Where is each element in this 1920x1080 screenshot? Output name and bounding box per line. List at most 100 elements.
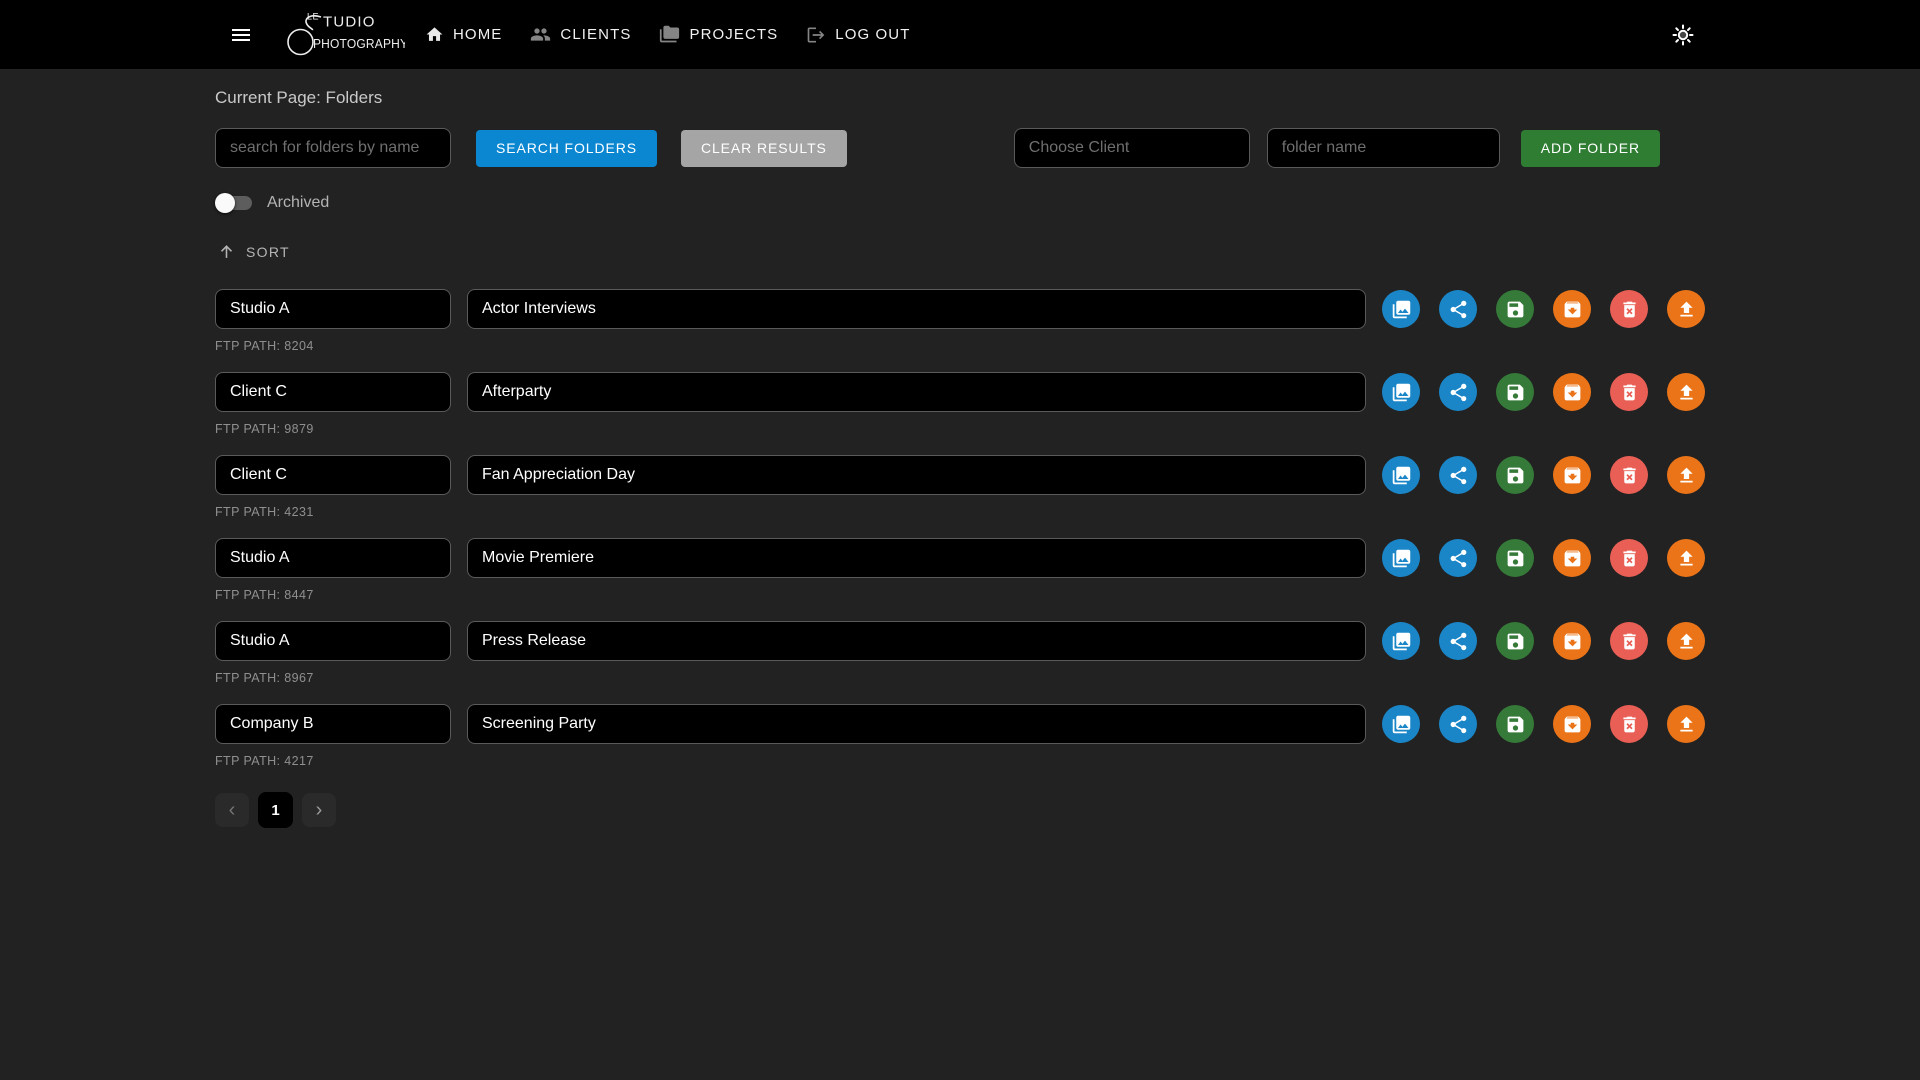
save-icon xyxy=(1505,299,1526,320)
share-icon xyxy=(1448,299,1469,320)
share-button[interactable] xyxy=(1439,290,1477,328)
ftp-path-label: FTP PATH: 4231 xyxy=(215,505,1705,519)
photo-library-button[interactable] xyxy=(1382,622,1420,660)
folder-row: FTP PATH: 4231 xyxy=(215,455,1705,519)
svg-text:PHOTOGRAPHY: PHOTOGRAPHY xyxy=(313,36,405,51)
delete-forever-icon xyxy=(1619,465,1640,486)
photo-library-icon xyxy=(1391,465,1412,486)
archive-button[interactable] xyxy=(1553,705,1591,743)
save-button[interactable] xyxy=(1496,373,1534,411)
nav-link-label: LOG OUT xyxy=(835,26,910,43)
client-input[interactable] xyxy=(215,455,451,495)
archive-icon xyxy=(1562,548,1583,569)
photo-library-button[interactable] xyxy=(1382,290,1420,328)
delete-forever-button[interactable] xyxy=(1610,705,1648,743)
search-folders-button[interactable]: SEARCH FOLDERS xyxy=(476,130,657,167)
upload-button[interactable] xyxy=(1667,705,1705,743)
nav-link-projects[interactable]: PROJECTS xyxy=(645,14,792,55)
save-button[interactable] xyxy=(1496,705,1534,743)
delete-forever-button[interactable] xyxy=(1610,373,1648,411)
share-button[interactable] xyxy=(1439,539,1477,577)
client-input[interactable] xyxy=(215,289,451,329)
upload-button[interactable] xyxy=(1667,373,1705,411)
share-icon xyxy=(1448,631,1469,652)
delete-forever-button[interactable] xyxy=(1610,290,1648,328)
save-button[interactable] xyxy=(1496,456,1534,494)
svg-text:LE: LE xyxy=(307,11,319,21)
share-button[interactable] xyxy=(1439,456,1477,494)
upload-button[interactable] xyxy=(1667,456,1705,494)
delete-forever-icon xyxy=(1619,631,1640,652)
archived-toggle[interactable] xyxy=(215,193,252,213)
share-icon xyxy=(1448,465,1469,486)
save-button[interactable] xyxy=(1496,622,1534,660)
photo-library-button[interactable] xyxy=(1382,373,1420,411)
client-input[interactable] xyxy=(215,621,451,661)
folders-toolbar: SEARCH FOLDERS CLEAR RESULTS ADD FOLDER xyxy=(215,128,1705,168)
save-icon xyxy=(1505,631,1526,652)
folder-row: FTP PATH: 8967 xyxy=(215,621,1705,685)
delete-forever-button[interactable] xyxy=(1610,456,1648,494)
upload-button[interactable] xyxy=(1667,539,1705,577)
add-folder-button[interactable]: ADD FOLDER xyxy=(1521,130,1660,167)
home-icon xyxy=(425,25,444,44)
folder-name-input[interactable] xyxy=(467,372,1366,412)
share-icon xyxy=(1448,382,1469,403)
nav-link-home[interactable]: HOME xyxy=(411,15,516,54)
folder-name-input[interactable] xyxy=(467,289,1366,329)
client-input[interactable] xyxy=(215,372,451,412)
delete-forever-button[interactable] xyxy=(1610,622,1648,660)
folder-name-input[interactable] xyxy=(467,704,1366,744)
theme-brightness-button[interactable] xyxy=(1665,17,1701,53)
choose-client-input[interactable] xyxy=(1014,128,1250,168)
folder-actions xyxy=(1382,290,1705,328)
archive-button[interactable] xyxy=(1553,373,1591,411)
clear-results-button[interactable]: CLEAR RESULTS xyxy=(681,130,847,167)
folder-actions xyxy=(1382,622,1705,660)
previous-page-button[interactable]: ‹ xyxy=(215,793,249,827)
folder-name-input[interactable] xyxy=(467,455,1366,495)
archive-button[interactable] xyxy=(1553,622,1591,660)
save-button[interactable] xyxy=(1496,539,1534,577)
photo-library-icon xyxy=(1391,299,1412,320)
archive-button[interactable] xyxy=(1553,456,1591,494)
upload-button[interactable] xyxy=(1667,290,1705,328)
share-button[interactable] xyxy=(1439,622,1477,660)
photo-library-button[interactable] xyxy=(1382,705,1420,743)
next-page-button[interactable]: › xyxy=(302,793,336,827)
sort-button[interactable]: SORT xyxy=(215,239,292,264)
nav-link-logout[interactable]: LOG OUT xyxy=(792,15,924,55)
delete-forever-icon xyxy=(1619,714,1640,735)
upload-icon xyxy=(1676,631,1697,652)
ftp-path-label: FTP PATH: 8204 xyxy=(215,339,1705,353)
nav-link-clients[interactable]: CLIENTS xyxy=(516,14,645,55)
client-input[interactable] xyxy=(215,538,451,578)
new-folder-name-input[interactable] xyxy=(1267,128,1500,168)
folder-name-input[interactable] xyxy=(467,621,1366,661)
folders-page: Current Page: Folders SEARCH FOLDERS CLE… xyxy=(215,69,1705,828)
photo-library-icon xyxy=(1391,382,1412,403)
save-icon xyxy=(1505,465,1526,486)
client-input[interactable] xyxy=(215,704,451,744)
share-button[interactable] xyxy=(1439,705,1477,743)
save-button[interactable] xyxy=(1496,290,1534,328)
folder-name-input[interactable] xyxy=(467,538,1366,578)
archive-button[interactable] xyxy=(1553,539,1591,577)
archive-button[interactable] xyxy=(1553,290,1591,328)
delete-forever-button[interactable] xyxy=(1610,539,1648,577)
archive-icon xyxy=(1562,631,1583,652)
photo-library-button[interactable] xyxy=(1382,456,1420,494)
search-folders-input[interactable] xyxy=(215,128,451,168)
folder-actions xyxy=(1382,373,1705,411)
brand-logo[interactable]: LE TUDIO PHOTOGRAPHY xyxy=(283,10,405,60)
photo-library-icon xyxy=(1391,548,1412,569)
pagination: ‹ 1 › xyxy=(215,792,1705,828)
current-page-button[interactable]: 1 xyxy=(258,792,293,828)
share-button[interactable] xyxy=(1439,373,1477,411)
archived-label: Archived xyxy=(267,194,329,212)
nav-link-label: CLIENTS xyxy=(560,26,631,43)
folder-row: FTP PATH: 9879 xyxy=(215,372,1705,436)
photo-library-button[interactable] xyxy=(1382,539,1420,577)
hamburger-menu-button[interactable] xyxy=(223,17,259,53)
upload-button[interactable] xyxy=(1667,622,1705,660)
